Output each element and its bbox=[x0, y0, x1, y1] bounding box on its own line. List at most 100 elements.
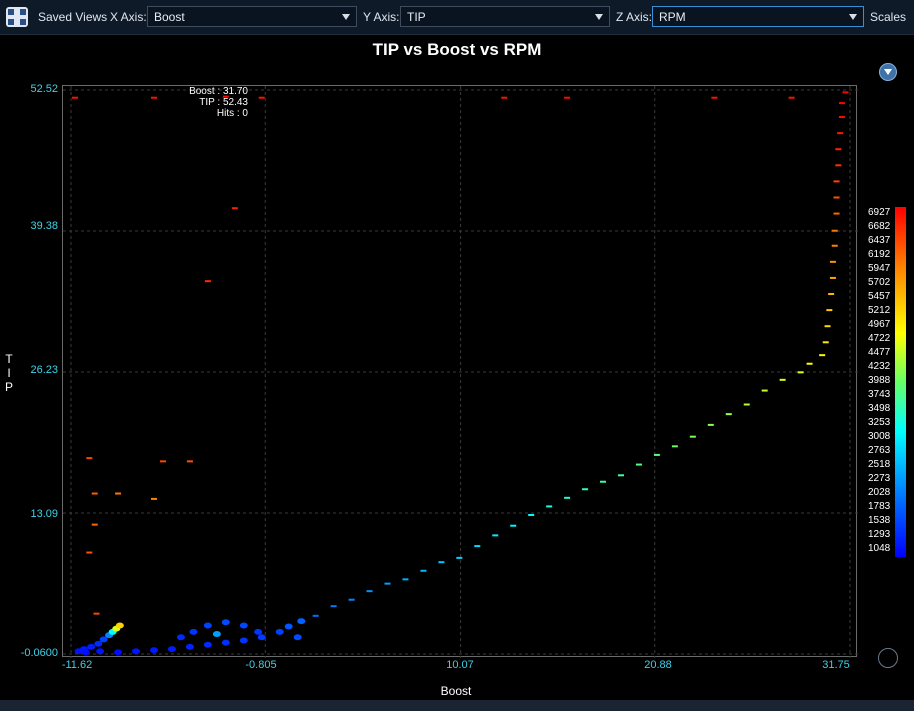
data-point bbox=[114, 649, 123, 656]
data-point bbox=[653, 453, 660, 456]
legend-label: 2028 bbox=[868, 487, 891, 498]
data-point bbox=[828, 293, 835, 296]
legend-label: 1538 bbox=[868, 515, 891, 526]
data-point bbox=[831, 229, 838, 232]
data-point bbox=[185, 643, 194, 650]
data-point bbox=[831, 244, 838, 247]
x-axis-title: Boost bbox=[440, 684, 472, 698]
data-point bbox=[829, 276, 836, 279]
point-style-icon[interactable] bbox=[878, 648, 898, 668]
data-point bbox=[91, 523, 98, 526]
data-point bbox=[91, 492, 98, 495]
data-point bbox=[600, 480, 607, 483]
status-strip bbox=[0, 700, 914, 711]
data-point bbox=[474, 545, 481, 548]
data-point bbox=[492, 534, 499, 537]
data-point bbox=[348, 598, 355, 601]
data-point bbox=[438, 561, 445, 564]
toolbar: Saved Views X Axis: Boost Y Axis: TIP Z … bbox=[0, 0, 914, 35]
data-point bbox=[564, 96, 571, 99]
data-point bbox=[149, 647, 158, 654]
data-point bbox=[86, 551, 93, 554]
filter-icon[interactable] bbox=[879, 63, 897, 81]
legend-label: 2273 bbox=[868, 473, 891, 484]
data-point bbox=[833, 212, 840, 215]
legend-label: 1293 bbox=[868, 529, 891, 540]
chevron-down-icon bbox=[342, 14, 350, 20]
plot-area[interactable] bbox=[62, 85, 858, 658]
data-point bbox=[384, 582, 391, 585]
data-point bbox=[221, 639, 230, 646]
scales-button[interactable]: Scales bbox=[870, 10, 906, 24]
data-point bbox=[239, 637, 248, 644]
legend-label: 3743 bbox=[868, 389, 891, 400]
data-point bbox=[86, 457, 93, 460]
data-point bbox=[115, 492, 122, 495]
data-point bbox=[689, 435, 696, 438]
data-point bbox=[838, 116, 845, 119]
x-tick-label: -0.805 bbox=[245, 659, 277, 671]
legend-label: 5702 bbox=[868, 277, 891, 288]
legend-label: 3988 bbox=[868, 375, 891, 386]
saved-views-button[interactable]: Saved Views bbox=[38, 10, 107, 24]
data-point bbox=[96, 648, 105, 655]
z-axis-value: RPM bbox=[659, 10, 686, 24]
data-point bbox=[582, 488, 589, 491]
legend-label: 2518 bbox=[868, 459, 891, 470]
data-point bbox=[71, 96, 78, 99]
z-axis-dropdown[interactable]: RPM bbox=[652, 6, 864, 27]
cursor-boost: Boost : 31.70 bbox=[189, 86, 248, 97]
data-point bbox=[564, 496, 571, 499]
data-point bbox=[402, 578, 409, 581]
legend-label: 3498 bbox=[868, 403, 891, 414]
chevron-down-icon bbox=[849, 14, 857, 20]
y-tick-label: -0.0600 bbox=[20, 647, 58, 659]
cursor-hits: Hits : 0 bbox=[216, 108, 248, 119]
legend-label: 6192 bbox=[868, 249, 891, 260]
y-axis-value: TIP bbox=[407, 10, 426, 24]
y-axis-title: TIP bbox=[5, 352, 14, 394]
data-point bbox=[115, 622, 124, 629]
data-point bbox=[546, 505, 553, 508]
x-tick-label: 10.07 bbox=[446, 659, 474, 671]
y-axis-dropdown[interactable]: TIP bbox=[400, 6, 610, 27]
z-axis-label: Z Axis: bbox=[616, 10, 653, 24]
y-axis-label: Y Axis: bbox=[363, 10, 400, 24]
data-point bbox=[212, 631, 221, 638]
data-point bbox=[837, 132, 844, 135]
x-axis-dropdown[interactable]: Boost bbox=[147, 6, 357, 27]
data-point bbox=[330, 605, 337, 608]
chevron-down-icon bbox=[595, 14, 603, 20]
legend-label: 5947 bbox=[868, 263, 891, 274]
data-point bbox=[293, 634, 302, 641]
x-axis-value: Boost bbox=[154, 10, 185, 24]
data-point bbox=[189, 628, 198, 635]
legend-label: 5457 bbox=[868, 291, 891, 302]
data-point bbox=[829, 260, 836, 263]
data-point bbox=[788, 96, 795, 99]
legend-label: 4232 bbox=[868, 361, 891, 372]
data-point bbox=[254, 628, 263, 635]
data-point bbox=[835, 164, 842, 167]
legend-label: 3253 bbox=[868, 417, 891, 428]
data-point bbox=[826, 309, 833, 312]
data-point bbox=[284, 623, 293, 630]
data-point bbox=[132, 648, 141, 655]
data-point bbox=[312, 614, 319, 617]
data-point bbox=[617, 474, 624, 477]
data-point bbox=[635, 463, 642, 466]
data-point bbox=[528, 513, 535, 516]
data-point bbox=[275, 628, 284, 635]
data-point bbox=[366, 590, 373, 593]
app-icon[interactable] bbox=[6, 7, 28, 27]
data-point bbox=[150, 96, 157, 99]
data-point bbox=[203, 641, 212, 648]
data-point bbox=[176, 634, 185, 641]
data-point bbox=[707, 423, 714, 426]
data-point bbox=[150, 497, 157, 500]
data-point bbox=[231, 207, 238, 210]
data-point bbox=[258, 96, 265, 99]
legend-label: 6682 bbox=[868, 221, 891, 232]
data-point bbox=[221, 619, 230, 626]
data-point bbox=[671, 445, 678, 448]
